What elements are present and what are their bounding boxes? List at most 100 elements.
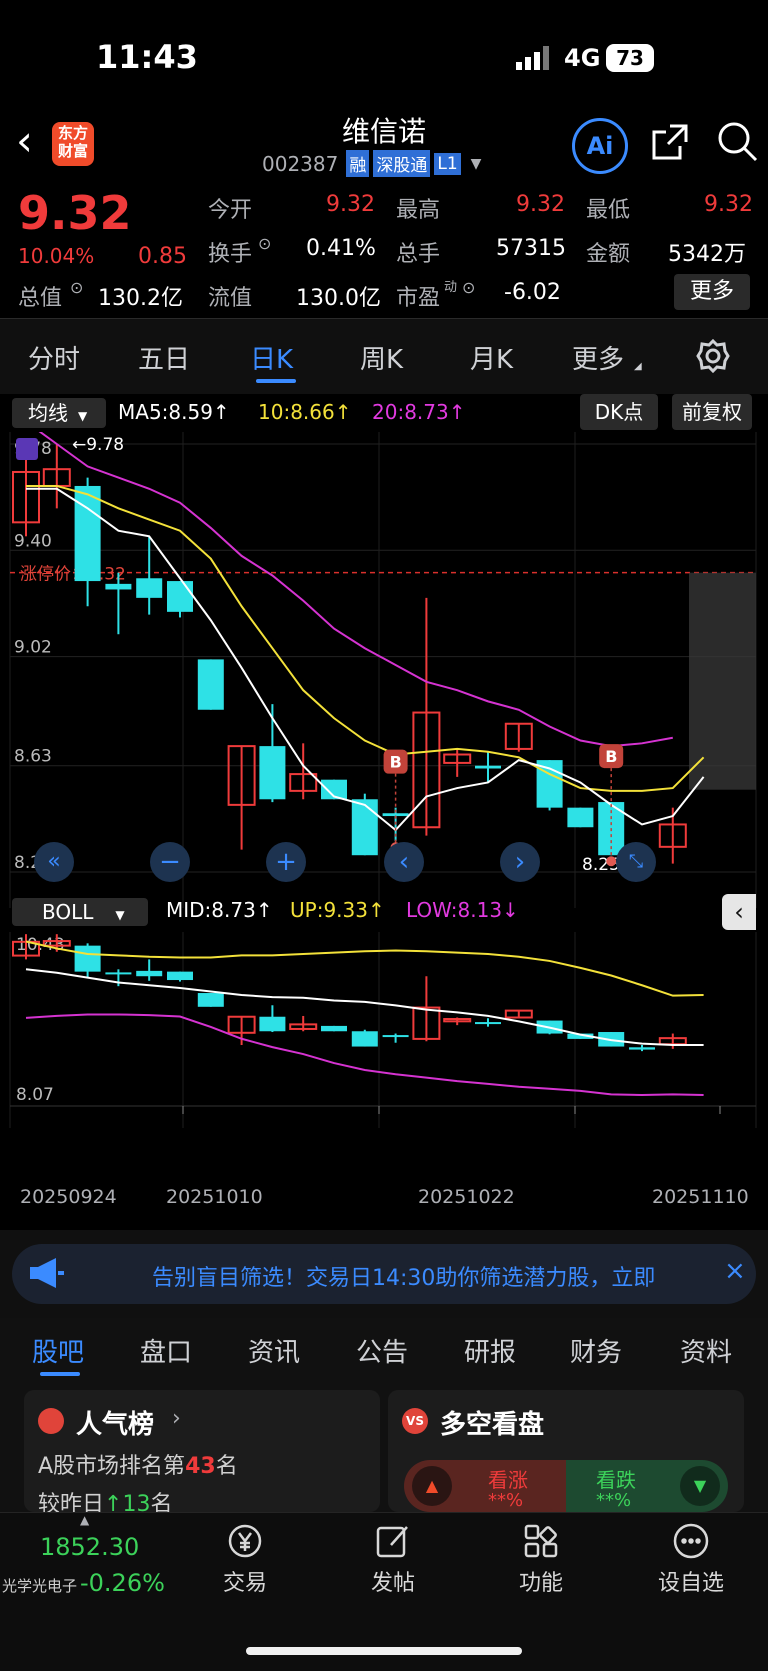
nav-trade[interactable]: 交易 [190,1521,300,1597]
megaphone-icon [30,1258,64,1292]
candle-body [351,799,378,856]
mcap-label: 总值 [18,286,63,311]
rank-change-prefix: 较昨日 [38,1492,105,1512]
caret-down-icon: ▼ [115,908,125,922]
max-price-marker: ←9.78 [72,435,124,455]
scroll-right-icon[interactable]: › [500,842,540,882]
tab-profile[interactable]: 资料 [680,1332,732,1369]
index-value[interactable]: 1852.30 [40,1533,139,1561]
rank-suffix: 名 [215,1454,238,1479]
x-label-end: 20251110 [652,1186,749,1208]
boll-selector[interactable]: BOLL ▼ [12,898,148,926]
tag-level: L1 [434,152,461,175]
bull-bear-card[interactable]: VS 多空看盘 ▲ 看涨 **% 看跌 **% ▼ [388,1390,744,1512]
buy-signal-label: B [605,747,617,766]
y-tick-label: 8.63 [14,747,52,767]
candle-body [567,807,594,828]
ai-button[interactable]: Ai [572,118,628,174]
status-bar: 11:43 4G 73 [0,0,768,120]
quote-panel: 9.32 10.04% 0.85 今开 9.32 最高 9.32 最低 9.32… [0,186,768,318]
tab-monthly-k[interactable]: 月K [470,339,513,376]
ma20-label: 20:8.73↑ [372,400,466,424]
zoom-out-icon[interactable]: − [150,842,190,882]
vote-bar: ▲ 看涨 **% 看跌 **% ▼ [404,1460,728,1512]
bull-bear-title: 多空看盘 [440,1410,545,1440]
tab-five-day[interactable]: 五日 [138,339,190,376]
ma-selector[interactable]: 均线 ▼ [12,398,106,428]
boll-mid-label: MID:8.73↑ [166,898,273,922]
bull-pct: **% [488,1490,524,1511]
chevron-down-icon[interactable]: ▼ [471,156,482,172]
scroll-left-icon[interactable]: ‹ [384,842,424,882]
candle-body [105,583,132,590]
x-label-2: 20251010 [166,1186,263,1208]
share-icon[interactable] [650,122,690,166]
nav-watchlist[interactable]: 设自选 [636,1521,746,1597]
zoom-in-icon[interactable]: + [266,842,306,882]
y-tick-label: 9.02 [14,638,52,658]
active-tab-indicator [256,379,296,383]
search-icon[interactable] [716,120,758,166]
tab-weekly-k[interactable]: 周K [360,339,403,376]
float-label: 流值 [208,286,253,311]
boll-chart[interactable]: 10.438.07 [0,932,768,1128]
tab-finance[interactable]: 财务 [570,1332,622,1369]
settings-gear-icon[interactable] [696,338,730,377]
status-time: 11:43 [96,38,198,76]
buy-signal-dot [606,856,617,867]
kline-main-chart[interactable]: 9.789.409.028.638.25涨停价：9.32←9.788.25→BB [0,432,768,908]
promo-banner[interactable]: 告别盲目筛选！交易日14:30助你筛选潜力股，立即 × [12,1244,756,1304]
nav-functions[interactable]: 功能 [486,1521,596,1597]
info-icon[interactable]: ⊙ [258,234,271,253]
chart-badge [16,438,38,460]
index-pct: -0.26% [80,1569,165,1597]
ma5-label: MA5:8.59↑ [118,400,230,424]
vs-icon: VS [402,1408,428,1434]
index-name: 光学光电子 [2,1577,78,1595]
candle-body [136,578,163,598]
info-icon[interactable]: ⊙ [462,278,475,297]
boll-up-label: UP:9.33↑ [290,898,385,922]
tab-more[interactable]: 更多 [572,339,624,376]
tag-margin: 融 [346,150,370,177]
boll-candle-body [475,1022,501,1025]
price-change: 0.85 [138,244,187,269]
tab-intraday[interactable]: 分时 [28,339,80,376]
boll-candle-body [321,1025,347,1032]
volume-value: 57315 [496,236,566,261]
popularity-card[interactable]: 人气榜 › A股市场排名第43名 较昨日↑13名 [24,1390,380,1512]
adjust-button[interactable]: 前复权 [672,394,752,430]
tab-announcements[interactable]: 公告 [356,1332,408,1369]
boll-candle-body [74,945,101,972]
nav-post[interactable]: 发帖 [338,1521,448,1597]
arrow-up-icon: ↑ [104,1492,123,1512]
bull-segment[interactable]: ▲ 看涨 **% [404,1460,566,1512]
tab-orderbook[interactable]: 盘口 [140,1332,192,1369]
yen-icon [190,1521,300,1565]
open-label: 今开 [208,198,253,223]
nav-post-label: 发帖 [370,1571,415,1596]
cards-row: 人气榜 › A股市场排名第43名 较昨日↑13名 VS 多空看盘 ▲ 看涨 **… [0,1382,768,1512]
more-button[interactable]: 更多 [674,274,750,310]
close-icon[interactable]: × [724,1256,746,1286]
bottom-nav: ▲ 1852.30 光学光电子 -0.26% 交易 发帖 功能 设自选 [0,1512,768,1671]
tab-daily-k[interactable]: 日K [250,339,293,376]
collapse-panel-icon[interactable]: ‹ [722,894,756,930]
tab-research[interactable]: 研报 [464,1332,516,1369]
nav-watchlist-label: 设自选 [657,1571,724,1596]
edit-icon [338,1521,448,1565]
dk-point-button[interactable]: DK点 [580,394,658,430]
x-label-3: 20251022 [418,1186,515,1208]
stock-header: ‹ 东方 财富 维信诺 002387 融 深股通 L1 ▼ Ai [0,110,768,192]
chevron-right-icon[interactable]: › [172,1406,181,1431]
bear-segment[interactable]: 看跌 **% ▼ [566,1460,728,1512]
pe-sup: 动 [444,280,458,295]
info-icon[interactable]: ⊙ [70,278,83,297]
scroll-left-fast-icon[interactable]: « [34,842,74,882]
amount-value: 5342万 [668,242,746,267]
tab-news[interactable]: 资讯 [248,1332,300,1369]
expand-icon[interactable]: ⤡ [616,842,656,882]
caret-down-icon: ▼ [78,409,88,423]
tab-forum[interactable]: 股吧 [32,1332,84,1369]
turnover-label: 换手 [208,242,253,267]
